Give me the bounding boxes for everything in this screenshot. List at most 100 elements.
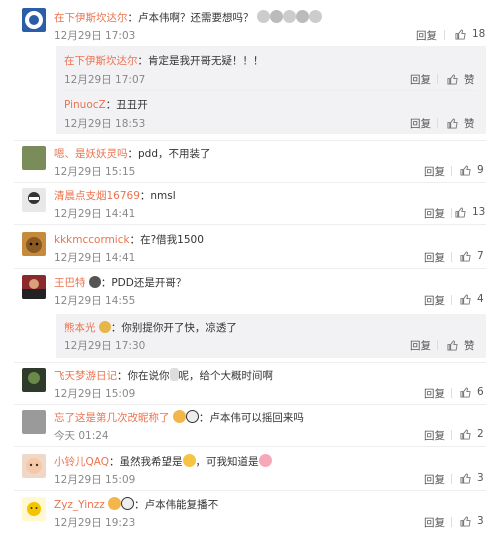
username[interactable]: kkkmccormick <box>54 234 130 246</box>
timestamp: 今天 01:24 <box>54 430 109 442</box>
reply-button[interactable]: 回复 <box>410 72 431 87</box>
reply-text: ：你别提你开了快，凉透了 <box>110 322 237 334</box>
like-button[interactable]: 13 <box>455 206 485 218</box>
reply-button[interactable]: 回复 <box>424 293 445 308</box>
reply-button[interactable]: 回复 <box>410 116 431 131</box>
comment-text: ：nmsl <box>139 190 176 202</box>
comment-text: ：卢本伟啊？还需要想吗？ <box>127 12 254 24</box>
like-button[interactable]: 2 <box>460 428 484 440</box>
divider <box>14 446 486 447</box>
like-button[interactable]: 18 <box>455 28 485 40</box>
thumb-up-icon <box>460 428 471 440</box>
avatar[interactable] <box>22 8 46 32</box>
reply-button[interactable]: 回复 <box>424 428 445 443</box>
like-count: 18 <box>472 28 486 40</box>
username[interactable]: PinuocZ <box>64 99 106 111</box>
divider <box>451 208 452 218</box>
thumb-up-icon <box>460 386 471 398</box>
timestamp: 12月29日 17:30 <box>64 340 146 352</box>
timestamp: 12月29日 17:03 <box>54 30 136 42</box>
like-count: 3 <box>477 472 484 484</box>
emoji-icon <box>172 410 186 423</box>
avatar[interactable] <box>22 410 46 434</box>
like-button[interactable]: 赞 <box>447 116 475 131</box>
avatar[interactable] <box>22 188 46 212</box>
divider <box>14 224 486 225</box>
divider <box>437 74 438 84</box>
timestamp: 12月29日 15:09 <box>54 474 136 486</box>
like-button[interactable]: 3 <box>460 472 484 484</box>
thumb-up-icon <box>460 250 471 262</box>
divider <box>451 517 452 527</box>
username[interactable]: Zyz_Yinzz <box>54 499 105 511</box>
divider <box>444 30 445 40</box>
like-count: 6 <box>477 386 484 398</box>
reply-button[interactable]: 回复 <box>424 472 445 487</box>
divider <box>14 490 486 491</box>
reply-button[interactable]: 回复 <box>424 386 445 401</box>
comment-text: ：卢本伟可以摇回来吗 <box>198 412 304 424</box>
avatar[interactable] <box>22 368 46 392</box>
like-button[interactable]: 9 <box>460 164 484 176</box>
avatar[interactable] <box>22 275 46 299</box>
avatar[interactable] <box>22 497 46 521</box>
like-count: 3 <box>477 515 484 527</box>
like-label: 赞 <box>464 74 475 86</box>
reply-button[interactable]: 回复 <box>410 338 431 353</box>
username[interactable]: 飞天梦游日记 <box>54 370 117 382</box>
divider <box>437 340 438 350</box>
username[interactable]: 清晨点支烟16769 <box>54 190 140 202</box>
username[interactable]: 在下伊斯坎达尔 <box>54 12 128 24</box>
divider <box>451 295 452 305</box>
reply-button[interactable]: 回复 <box>416 28 437 43</box>
badge-icon <box>98 321 111 333</box>
timestamp: 12月29日 19:23 <box>54 517 136 529</box>
panda-emoji-icon <box>185 410 199 423</box>
username[interactable]: 熊本光 <box>64 322 96 334</box>
timestamp: 12月29日 17:07 <box>64 74 146 86</box>
comment-text: ：PDD还是开哥？ <box>100 277 187 289</box>
thumb-up-icon <box>460 472 471 484</box>
hand-emoji-icon <box>182 454 196 467</box>
emoji-icon <box>256 10 322 24</box>
like-label: 赞 <box>464 340 475 352</box>
comment-text: ：卢本伟能复播不 <box>134 499 219 511</box>
comment-text-continued: 呢，给个大概时间啊 <box>178 370 274 382</box>
username[interactable]: 嗯、是妖妖灵吗 <box>54 148 128 160</box>
divider <box>437 118 438 128</box>
pig-emoji-icon <box>258 454 272 467</box>
avatar[interactable] <box>22 232 46 256</box>
reply-thread: 熊本光 ：你别提你开了快，凉透了 12月29日 17:30 回复 赞 <box>56 314 486 358</box>
like-button[interactable]: 4 <box>460 293 484 305</box>
like-label: 赞 <box>464 118 475 130</box>
thumb-up-icon <box>447 118 458 129</box>
comment-text: ：你在说你 <box>117 370 170 382</box>
thumb-up-icon <box>455 206 466 218</box>
timestamp: 12月29日 14:41 <box>54 208 136 220</box>
like-button[interactable]: 7 <box>460 250 484 262</box>
like-button[interactable]: 赞 <box>447 338 475 353</box>
reply-button[interactable]: 回复 <box>424 515 445 530</box>
reply-button[interactable]: 回复 <box>424 164 445 179</box>
thumb-up-icon <box>460 164 471 176</box>
like-count: 9 <box>477 164 484 176</box>
like-button[interactable]: 6 <box>460 386 484 398</box>
avatar[interactable] <box>22 454 46 478</box>
reply-button[interactable]: 回复 <box>424 206 445 221</box>
divider <box>14 140 486 141</box>
username[interactable]: 小铃儿QAQ <box>54 456 109 468</box>
reply-text: ：丑丑开 <box>105 99 148 111</box>
divider <box>14 404 486 405</box>
like-button[interactable]: 赞 <box>447 72 475 87</box>
panda-emoji-icon <box>121 497 135 510</box>
divider <box>14 362 486 363</box>
like-button[interactable]: 3 <box>460 515 484 527</box>
timestamp: 12月29日 14:55 <box>54 295 136 307</box>
thumb-up-icon <box>447 74 458 85</box>
username[interactable]: 在下伊斯坎达尔 <box>64 55 138 67</box>
badge-icon <box>88 276 101 288</box>
reply-button[interactable]: 回复 <box>424 250 445 265</box>
avatar[interactable] <box>22 146 46 170</box>
username[interactable]: 王巴特 <box>54 277 86 289</box>
username[interactable]: 忘了这是第几次改昵称了 <box>54 412 170 424</box>
